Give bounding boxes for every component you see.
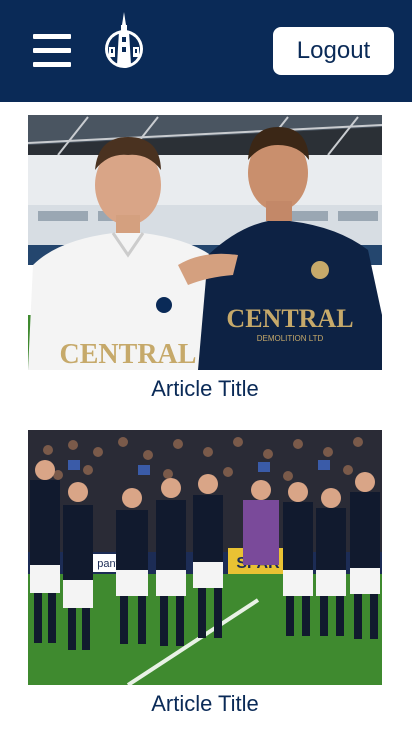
article-title[interactable]: Article Title bbox=[28, 691, 382, 717]
logout-button[interactable]: Logout bbox=[273, 27, 394, 75]
article-card[interactable]: SPAR pant bbox=[28, 430, 382, 717]
article-image[interactable]: CENTRAL CENTRAL DEMOLITION LTD bbox=[28, 115, 382, 370]
article-card[interactable]: CENTRAL CENTRAL DEMOLITION LTD Article T… bbox=[28, 115, 382, 402]
shirt-sponsor-subtext: DEMOLITION LTD bbox=[257, 334, 324, 343]
club-crest-icon[interactable] bbox=[101, 11, 147, 71]
hamburger-menu-icon[interactable] bbox=[33, 34, 71, 67]
article-title[interactable]: Article Title bbox=[28, 376, 382, 402]
article-image[interactable]: SPAR pant bbox=[28, 430, 382, 685]
app-header: Logout bbox=[0, 0, 412, 102]
shirt-sponsor-text: CENTRAL bbox=[226, 304, 353, 333]
ad-board-text: pant bbox=[97, 558, 118, 570]
shirt-sponsor-text: CENTRAL bbox=[60, 339, 197, 370]
